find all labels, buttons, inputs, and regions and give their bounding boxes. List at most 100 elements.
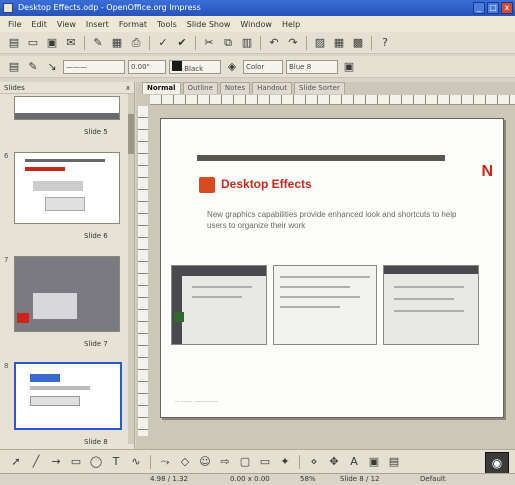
styles-icon[interactable]: ▤ [6, 59, 22, 75]
cut-icon[interactable]: ✂ [201, 35, 217, 51]
area-color-select[interactable]: Blue 8 [286, 59, 338, 74]
slide-workarea: Normal Outline Notes Handout Slide Sorte… [136, 82, 515, 449]
block-arrows-icon[interactable]: ⇨ [217, 454, 233, 470]
basic-shapes-icon[interactable]: ◇ [177, 454, 193, 470]
slide-thumbnail-7[interactable] [14, 256, 120, 332]
menu-view[interactable]: View [57, 20, 76, 29]
stars-icon[interactable]: ✦ [277, 454, 293, 470]
slide-body-text[interactable]: New graphics capabilities provide enhanc… [207, 209, 477, 231]
status-zoom[interactable]: 58% [300, 474, 316, 485]
flowchart-icon[interactable]: ▢ [237, 454, 253, 470]
area-style-select[interactable]: Color [243, 59, 283, 74]
scrollbar-thumb[interactable] [128, 114, 134, 154]
display-grid-icon[interactable]: ▩ [350, 35, 366, 51]
status-layout: Default [420, 475, 446, 483]
menu-window[interactable]: Window [240, 20, 272, 29]
menu-edit[interactable]: Edit [31, 20, 47, 29]
select-arrow-icon[interactable]: ➚ [8, 454, 24, 470]
curve-tool-icon[interactable]: ∿ [128, 454, 144, 470]
paste-icon[interactable]: ▥ [239, 35, 255, 51]
callouts-icon[interactable]: ▭ [257, 454, 273, 470]
close-button[interactable]: x [501, 2, 513, 14]
menu-format[interactable]: Format [119, 20, 147, 29]
slide-name-6: Slide 6 [84, 232, 108, 240]
autospell-icon[interactable]: ✔ [174, 35, 190, 51]
slide-thumbnail-6[interactable] [14, 152, 120, 224]
ellipse-tool-icon[interactable]: ◯ [88, 454, 104, 470]
menu-help[interactable]: Help [282, 20, 300, 29]
status-position: 4.98 / 1.32 [150, 475, 188, 483]
title-folder-icon [199, 177, 215, 193]
from-file-icon[interactable]: ▣ [366, 454, 382, 470]
spellcheck-icon[interactable]: ✓ [155, 35, 171, 51]
edit-file-icon[interactable]: ✎ [90, 35, 106, 51]
points-icon[interactable]: ⋄ [306, 454, 322, 470]
slides-scrollbar[interactable] [128, 94, 134, 444]
area-icon[interactable]: ◈ [224, 59, 240, 75]
maximize-button[interactable]: □ [487, 2, 499, 14]
copy-icon[interactable]: ⧉ [220, 35, 236, 51]
screenshot-image-2[interactable] [273, 265, 377, 345]
gallery-icon[interactable]: ▤ [386, 454, 402, 470]
color-swatch-icon [172, 60, 182, 71]
status-bar: 4.98 / 1.32 0.00 x 0.00 58% Slide 8 / 12… [0, 473, 515, 485]
tab-notes[interactable]: Notes [219, 82, 251, 94]
line-tool-icon[interactable]: ╱ [28, 454, 44, 470]
new-icon[interactable]: ▤ [6, 35, 22, 51]
chart-icon[interactable]: ▨ [312, 35, 328, 51]
redo-icon[interactable]: ↷ [285, 35, 301, 51]
rectangle-tool-icon[interactable]: ▭ [68, 454, 84, 470]
open-icon[interactable]: ▭ [25, 35, 41, 51]
tab-slide-sorter[interactable]: Slide Sorter [294, 82, 345, 94]
slide-thumbnail-8[interactable] [14, 362, 122, 430]
fontwork-icon[interactable]: A [346, 454, 362, 470]
menu-bar: File Edit View Insert Format Tools Slide… [0, 16, 515, 32]
status-slide: Slide 8 / 12 [340, 475, 380, 483]
slide-number-8: 8 [4, 362, 9, 370]
slide-header-bar [197, 155, 445, 161]
slide-title[interactable]: Desktop Effects [221, 177, 312, 191]
standard-toolbar: ▤ ▭ ▣ ✉ ✎ ▦ ⎙ ✓ ✔ ✂ ⧉ ▥ ↶ ↷ ▨ ▦ ▩ ? [0, 32, 515, 54]
screenshot-image-1[interactable] [171, 265, 267, 345]
view-tabs: Normal Outline Notes Handout Slide Sorte… [136, 82, 345, 94]
close-panel-icon[interactable]: x [126, 82, 130, 94]
status-size: 0.00 x 0.00 [230, 475, 270, 483]
window-title: Desktop Effects.odp - OpenOffice.org Imp… [18, 3, 201, 12]
undo-icon[interactable]: ↶ [266, 35, 282, 51]
horizontal-ruler [150, 95, 515, 105]
tab-normal[interactable]: Normal [142, 82, 181, 94]
table-icon[interactable]: ▦ [331, 35, 347, 51]
shadow-icon[interactable]: ▣ [341, 59, 357, 75]
menu-slide-show[interactable]: Slide Show [187, 20, 231, 29]
screenshot-image-3[interactable] [383, 265, 479, 345]
slides-panel: Slides x Slide 5 6 Slide 6 7 Slide 7 8 S… [0, 82, 135, 449]
slide-name-8: Slide 8 [84, 438, 108, 446]
menu-tools[interactable]: Tools [157, 20, 177, 29]
brand-logo: N [481, 163, 493, 180]
line-color-select[interactable]: Black [169, 59, 221, 74]
connector-tool-icon[interactable]: ⤳ [157, 454, 173, 470]
line-style-select[interactable]: ——— [63, 59, 125, 74]
export-pdf-icon[interactable]: ▦ [109, 35, 125, 51]
print-icon[interactable]: ⎙ [128, 35, 144, 51]
save-icon[interactable]: ▣ [44, 35, 60, 51]
help-icon[interactable]: ? [377, 35, 393, 51]
tab-handout[interactable]: Handout [252, 82, 292, 94]
drawing-toolbar: ➚ ╱ → ▭ ◯ T ∿ ⤳ ◇ ☺ ⇨ ▢ ▭ ✦ ⋄ ✥ A ▣ ▤ ◉ [0, 449, 515, 474]
minimize-button[interactable]: _ [473, 2, 485, 14]
arrow-tool-icon[interactable]: → [48, 454, 64, 470]
tab-outline[interactable]: Outline [182, 82, 218, 94]
line-width-field[interactable]: 0.00" [128, 59, 166, 74]
slide-thumbnail-5[interactable] [14, 96, 120, 120]
glue-points-icon[interactable]: ✥ [326, 454, 342, 470]
text-tool-icon[interactable]: T [108, 454, 124, 470]
symbol-shapes-icon[interactable]: ☺ [197, 454, 213, 470]
slide-canvas[interactable]: N Desktop Effects New graphics capabilit… [160, 118, 504, 418]
camera-icon[interactable]: ◉ [485, 452, 509, 474]
line-icon[interactable]: ✎ [25, 59, 41, 75]
email-icon[interactable]: ✉ [63, 35, 79, 51]
menu-file[interactable]: File [8, 20, 21, 29]
arrow-style-icon[interactable]: ↘ [44, 59, 60, 75]
app-icon [3, 3, 13, 13]
menu-insert[interactable]: Insert [86, 20, 109, 29]
